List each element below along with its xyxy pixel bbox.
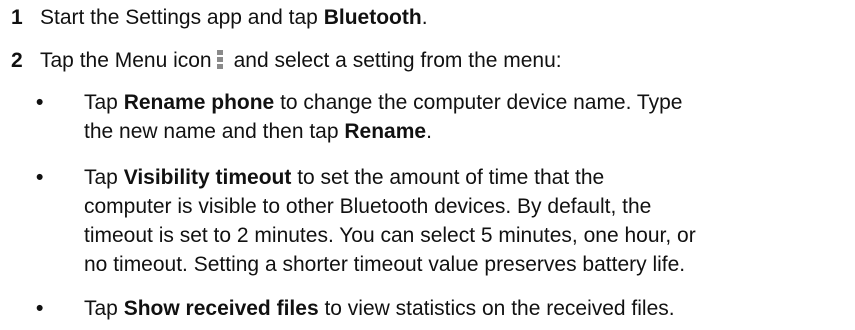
bullet-line: the new name and then tap Rename.	[84, 117, 834, 146]
text-run: computer is visible to other Bluetooth d…	[84, 195, 652, 218]
bullet-line: timeout is set to 2 minutes. You can sel…	[84, 221, 834, 250]
menu-overflow-icon	[216, 50, 225, 70]
instructions-document: 1 Start the Settings app and tap Bluetoo…	[0, 0, 855, 330]
bluetooth-term: Bluetooth	[323, 6, 422, 29]
bold-term: Visibility timeout	[123, 166, 292, 189]
bullet-line: Tap Visibility timeout to set the amount…	[84, 163, 834, 192]
text-run: Tap	[84, 166, 124, 189]
step-text: Start the Settings app and tap Bluetooth…	[40, 3, 428, 32]
bold-term: Show received files	[123, 297, 319, 320]
step-number: 2	[11, 49, 23, 72]
step-text-after: .	[421, 6, 428, 29]
text-run: timeout is set to 2 minutes. You can sel…	[84, 224, 696, 247]
bullet-line: no timeout. Setting a shorter timeout va…	[84, 250, 834, 279]
bullet-marker: •	[36, 166, 44, 189]
bold-term: Rename	[344, 120, 427, 143]
bullet-line: computer is visible to other Bluetooth d…	[84, 192, 834, 221]
bullet-text: Tap Show received files to view statisti…	[84, 294, 834, 323]
text-run: to change the computer device name. Type	[274, 91, 683, 114]
step-text-before: Start the Settings app and tap	[40, 6, 324, 29]
text-run: to set the amount of time that the	[291, 166, 605, 189]
bullet-line: Tap Rename phone to change the computer …	[84, 88, 834, 117]
text-run: .	[426, 120, 432, 143]
text-run: no timeout. Setting a shorter timeout va…	[84, 253, 686, 276]
step-number: 1	[11, 6, 23, 29]
text-run: Tap	[84, 91, 124, 114]
step-text: Tap the Menu icon and select a setting fr…	[40, 46, 562, 75]
bullet-marker: •	[36, 91, 44, 114]
bullet-marker: •	[36, 297, 44, 320]
step-text-before: Tap the Menu icon	[40, 49, 212, 72]
step-text-after: and select a setting from the menu:	[233, 49, 562, 72]
text-run: to view statistics on the received files…	[318, 297, 675, 320]
bold-term: Rename phone	[123, 91, 275, 114]
bullet-line: Tap Show received files to view statisti…	[84, 294, 834, 323]
text-run: the new name and then tap	[84, 120, 345, 143]
bullet-text: Tap Rename phone to change the computer …	[84, 88, 834, 146]
text-run: Tap	[84, 297, 124, 320]
bullet-text: Tap Visibility timeout to set the amount…	[84, 163, 834, 279]
